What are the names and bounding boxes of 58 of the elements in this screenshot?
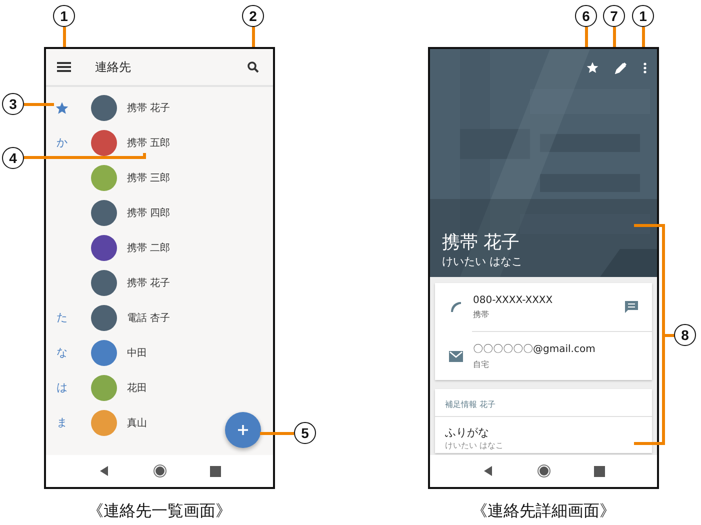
message-icon[interactable] (625, 301, 638, 313)
field-label: ふりがな (445, 425, 490, 440)
star-icon[interactable] (586, 61, 599, 74)
home-icon[interactable] (152, 464, 167, 478)
field-value: けいたい はなこ (445, 440, 505, 451)
more-icon[interactable] (643, 62, 647, 74)
screen-caption: 《連絡先一覧画面》 (88, 501, 232, 522)
callout-number: 6 (575, 5, 597, 27)
contact-name[interactable]: 中田 (127, 346, 147, 360)
screen-caption: 《連絡先詳細画面》 (472, 501, 616, 522)
entry-label: 自宅 (473, 359, 490, 370)
menu-icon[interactable] (57, 61, 71, 73)
section-letter: な (56, 345, 68, 360)
edit-icon[interactable] (615, 62, 627, 74)
callout-number: 5 (294, 422, 316, 444)
leader-line (24, 103, 54, 106)
contact-name[interactable]: 花田 (127, 380, 147, 394)
mail-icon[interactable] (449, 350, 463, 362)
entry-label: 携帯 (473, 308, 490, 320)
callout-number: 2 (242, 5, 264, 27)
callout-number: 1 (53, 5, 75, 27)
screen-title: 連絡先 (95, 58, 132, 76)
back-icon[interactable] (482, 465, 494, 477)
leader-line (252, 27, 255, 47)
callout-number: 4 (2, 147, 24, 169)
back-icon[interactable] (98, 465, 110, 477)
section-letter: た (56, 310, 68, 325)
section-heading: 補足情報 花子 (435, 389, 652, 417)
contact-name[interactable]: 携帯 花子 (127, 100, 170, 114)
contact-name[interactable]: 真山 (127, 416, 147, 430)
contact-name[interactable]: 携帯 花子 (127, 276, 170, 290)
recents-icon[interactable] (210, 466, 222, 476)
entry-value[interactable]: 080-XXXX-XXXX (473, 294, 625, 306)
leader-line (585, 27, 588, 47)
plus-icon (237, 424, 249, 436)
leader-line (260, 432, 294, 435)
entry-value[interactable]: 〇〇〇〇〇〇@gmail.com (473, 342, 638, 356)
section-letter: か (56, 135, 68, 150)
leader-line (63, 27, 66, 47)
home-icon[interactable] (536, 464, 551, 478)
callout-number: 1 (632, 5, 654, 27)
leader-line (613, 27, 616, 47)
recents-icon[interactable] (594, 466, 606, 476)
contact-name[interactable]: 携帯 二郎 (127, 240, 170, 254)
section-letter: ま (56, 415, 68, 430)
name-reading: けいたい はなこ (442, 254, 522, 269)
contact-name[interactable]: 携帯 三郎 (127, 170, 170, 184)
leader-line (642, 27, 645, 47)
section-letter: は (56, 380, 68, 395)
contact-name[interactable]: 電話 杏子 (127, 310, 170, 324)
search-icon[interactable] (247, 61, 259, 73)
callout-number: 3 (2, 93, 24, 115)
contact-name[interactable]: 携帯 五郎 (127, 136, 170, 150)
add-button[interactable] (225, 412, 261, 448)
contact-name: 携帯 花子 (442, 231, 521, 254)
callout-number: 8 (674, 324, 696, 346)
callout-number: 7 (603, 5, 625, 27)
contact-name[interactable]: 携帯 四郎 (127, 206, 170, 220)
